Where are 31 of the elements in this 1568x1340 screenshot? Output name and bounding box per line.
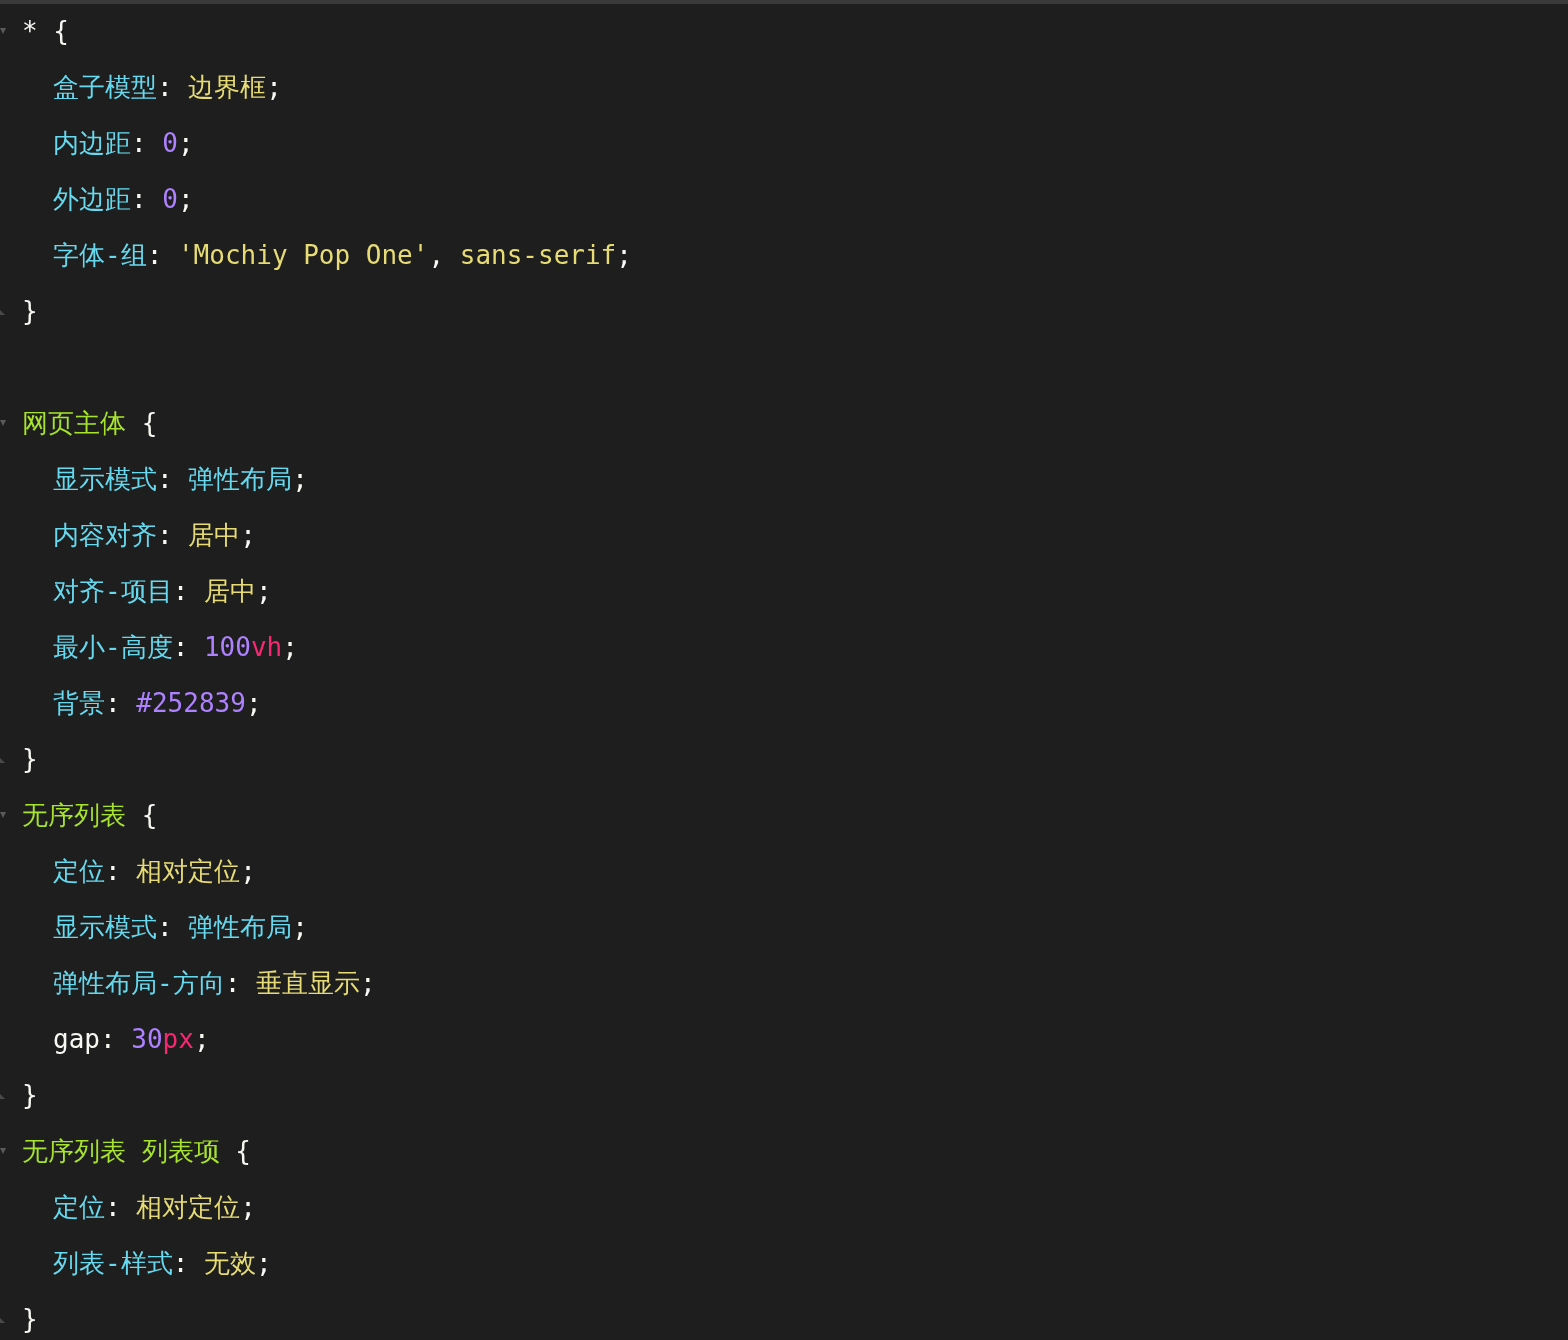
code-line: } xyxy=(22,296,38,328)
code-line: 最小-高度: 100vh; xyxy=(53,632,298,664)
fold-arrow-icon[interactable] xyxy=(0,1148,6,1154)
fold-arrow-icon[interactable] xyxy=(0,420,6,426)
code-line: 盒子模型: 边界框; xyxy=(53,72,282,104)
fold-end-icon xyxy=(0,1318,5,1323)
code-line: } xyxy=(22,1080,38,1112)
code-line: 内容对齐: 居中; xyxy=(53,520,256,552)
code-line: 外边距: 0; xyxy=(53,184,194,216)
fold-end-icon xyxy=(0,310,5,315)
code-line: } xyxy=(22,744,38,776)
code-line: 列表-样式: 无效; xyxy=(53,1248,272,1280)
code-line: 定位: 相对定位; xyxy=(53,856,256,888)
code-line: 内边距: 0; xyxy=(53,128,194,160)
code-line: gap: 30px; xyxy=(53,1024,210,1056)
code-line: } xyxy=(22,1304,38,1336)
code-line: 弹性布局-方向: 垂直显示; xyxy=(53,968,376,1000)
fold-arrow-icon[interactable] xyxy=(0,28,6,34)
code-line: 无序列表 列表项 { xyxy=(22,1136,251,1168)
code-line: 显示模式: 弹性布局; xyxy=(53,464,308,496)
code-line: 背景: #252839; xyxy=(53,688,262,720)
code-line: 字体-组: 'Mochiy Pop One', sans-serif; xyxy=(53,240,632,272)
code-line: * { xyxy=(22,16,69,48)
fold-end-icon xyxy=(0,758,5,763)
code-line: 定位: 相对定位; xyxy=(53,1192,256,1224)
code-line: 网页主体 { xyxy=(22,408,158,440)
code-line: 显示模式: 弹性布局; xyxy=(53,912,308,944)
code-line: 无序列表 { xyxy=(22,800,158,832)
fold-end-icon xyxy=(0,1094,5,1099)
code-line: 对齐-项目: 居中; xyxy=(53,576,272,608)
fold-arrow-icon[interactable] xyxy=(0,812,6,818)
